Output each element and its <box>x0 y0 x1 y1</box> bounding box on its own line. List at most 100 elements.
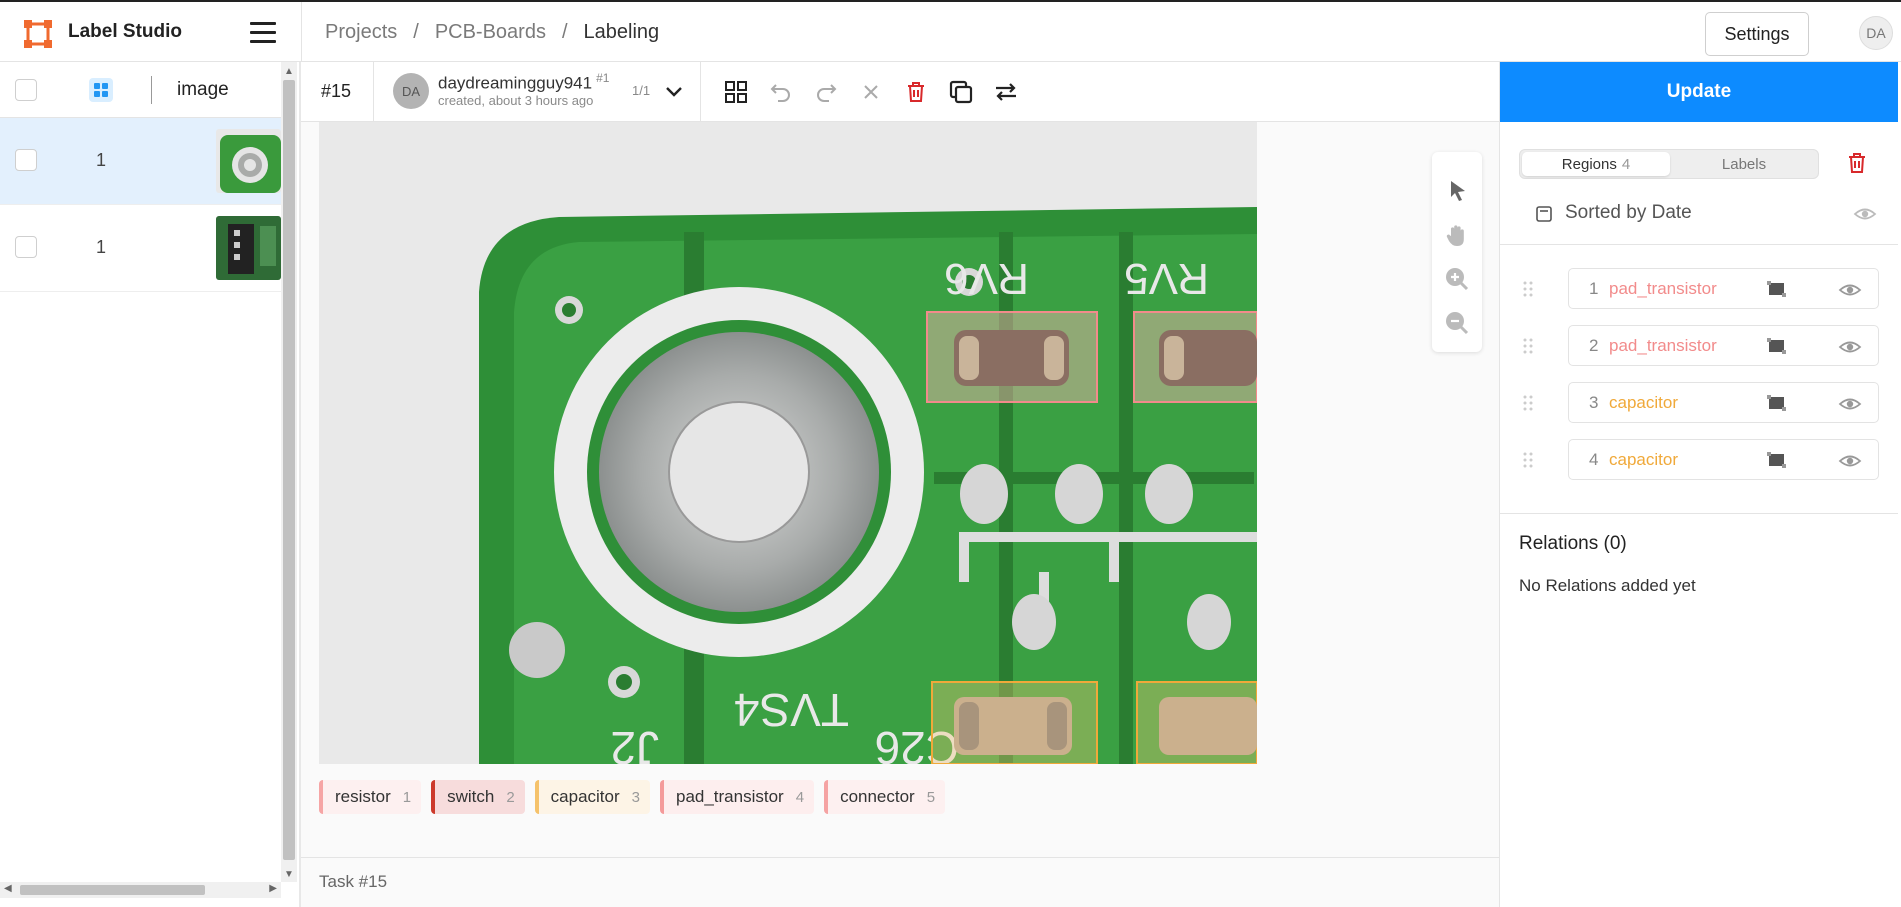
trash-icon[interactable] <box>902 78 930 106</box>
annotation-count: 1/1 <box>632 83 651 98</box>
close-icon[interactable] <box>857 78 885 106</box>
drag-handle-icon[interactable] <box>1522 451 1534 469</box>
grid-view-icon[interactable] <box>722 78 750 106</box>
scroll-left-arrow[interactable]: ◀ <box>4 883 12 894</box>
app-title: Label Studio <box>68 21 182 42</box>
pointer-icon[interactable] <box>1444 178 1470 204</box>
labeling-toolbar: #15 DA daydreamingguy941 #1 created, abou… <box>301 62 1500 122</box>
label-chip-hotkey: 5 <box>926 788 936 806</box>
column-header-image[interactable]: image <box>177 79 229 101</box>
svg-text:TVS4: TVS4 <box>734 684 849 736</box>
label-chip-name: connector <box>840 787 915 806</box>
tab-regions[interactable]: Regions 4 <box>1522 152 1670 176</box>
region-item[interactable]: 2 pad_transistor <box>1568 325 1879 366</box>
relations-title: Relations (0) <box>1519 533 1627 554</box>
image-thumbnail[interactable] <box>216 129 281 193</box>
label-chip-name: resistor <box>335 787 391 806</box>
update-button[interactable]: Update <box>1500 62 1898 122</box>
scrollbar-thumb[interactable] <box>20 885 205 895</box>
region-index: 1 <box>1589 279 1599 298</box>
tab-labels-label: Labels <box>1721 155 1767 173</box>
breadcrumb-project[interactable]: PCB-Boards <box>435 21 546 44</box>
svg-text:RV5: RV5 <box>1124 254 1209 303</box>
label-chip-connector[interactable]: connector 5 <box>824 780 946 814</box>
label-chip-name: switch <box>447 787 495 806</box>
breadcrumb-separator: / <box>561 21 568 43</box>
row-checkbox[interactable] <box>15 149 37 171</box>
redo-icon[interactable] <box>812 78 840 106</box>
tab-regions-count: 4 <box>1621 155 1631 173</box>
rectangle-icon <box>1767 395 1786 411</box>
annotation-badge: #1 <box>596 71 610 85</box>
user-avatar[interactable]: DA <box>1859 16 1893 50</box>
annotator-username: daydreamingguy941 <box>438 73 593 93</box>
zoom-out-icon[interactable] <box>1444 310 1470 336</box>
row-value: 1 <box>96 237 107 257</box>
annotator-avatar: DA <box>393 73 429 109</box>
region-label: pad_transistor <box>1609 336 1717 355</box>
table-header: image <box>0 62 281 118</box>
grid-icon[interactable] <box>89 78 113 102</box>
duplicate-icon[interactable] <box>947 78 975 106</box>
image-thumbnail[interactable] <box>216 216 281 280</box>
sidebar-tabs: Regions 4 Labels <box>1519 149 1819 179</box>
table-row[interactable]: 1 <box>0 205 281 292</box>
label-chip-switch[interactable]: switch 2 <box>431 780 525 814</box>
label-chip-pad-transistor[interactable]: pad_transistor 4 <box>659 780 815 814</box>
drag-handle-icon[interactable] <box>1522 280 1534 298</box>
table-row[interactable]: 1 <box>0 118 281 205</box>
scrollbar-thumb[interactable] <box>283 80 295 860</box>
undo-icon[interactable] <box>767 78 795 106</box>
region-item[interactable]: 4 capacitor <box>1568 439 1879 480</box>
breadcrumb: Projects / PCB-Boards / Labeling <box>325 21 659 44</box>
eye-icon[interactable] <box>1838 392 1862 416</box>
drag-handle-icon[interactable] <box>1522 394 1534 412</box>
svg-text:J2: J2 <box>610 722 659 764</box>
image-canvas[interactable]: RV6 RV5 TVS4 J2 C26 <box>319 122 1257 764</box>
relations-empty: No Relations added yet <box>1519 576 1696 595</box>
eye-icon[interactable] <box>1838 449 1862 473</box>
label-chip-capacitor[interactable]: capacitor 3 <box>534 780 650 814</box>
sort-icon[interactable] <box>1535 205 1553 223</box>
region-label: pad_transistor <box>1609 279 1717 298</box>
task-footer: Task #15 <box>301 857 1500 907</box>
scroll-right-arrow[interactable]: ▶ <box>269 883 277 894</box>
sidebar-divider <box>1500 513 1898 514</box>
chevron-down-icon[interactable] <box>663 80 685 102</box>
select-all-checkbox[interactable] <box>15 79 37 101</box>
row-checkbox[interactable] <box>15 236 37 258</box>
label-chip-hotkey: 1 <box>402 788 412 806</box>
rectangle-icon <box>1767 281 1786 297</box>
svg-text:RV6: RV6 <box>944 254 1029 303</box>
swap-icon[interactable] <box>992 78 1020 106</box>
breadcrumb-separator: / <box>413 21 419 43</box>
eye-icon[interactable] <box>1853 202 1877 226</box>
eye-icon[interactable] <box>1838 335 1862 359</box>
annotator-name[interactable]: daydreamingguy941 #1 <box>438 71 609 94</box>
label-chip-hotkey: 3 <box>631 788 640 806</box>
zoom-in-icon[interactable] <box>1444 266 1470 292</box>
drag-handle-icon[interactable] <box>1522 337 1534 355</box>
scroll-up-arrow[interactable]: ▲ <box>284 66 294 77</box>
trash-icon[interactable] <box>1845 151 1869 175</box>
hamburger-icon[interactable] <box>250 22 276 44</box>
settings-button[interactable]: Settings <box>1705 12 1809 56</box>
vertical-scrollbar[interactable]: ▲ ▼ <box>281 62 297 882</box>
eye-icon[interactable] <box>1838 278 1862 302</box>
horizontal-scrollbar[interactable]: ◀ ▶ <box>0 882 281 898</box>
region-item[interactable]: 1 pad_transistor <box>1568 268 1879 309</box>
label-chip-resistor[interactable]: resistor 1 <box>319 780 422 814</box>
label-studio-logo[interactable] <box>24 20 52 48</box>
tab-labels[interactable]: Labels <box>1670 152 1818 176</box>
top-header: Label Studio Projects / PCB-Boards / Lab… <box>0 0 1901 64</box>
hand-icon[interactable] <box>1444 222 1470 248</box>
sort-dropdown[interactable]: Sorted by Date <box>1565 202 1692 224</box>
region-item[interactable]: 3 capacitor <box>1568 382 1879 423</box>
label-chip-name: capacitor <box>550 787 620 806</box>
breadcrumb-projects[interactable]: Projects <box>325 21 397 44</box>
data-table: image 1 1 <box>0 62 281 907</box>
header-divider <box>301 2 302 64</box>
tab-regions-label: Regions <box>1561 155 1617 173</box>
label-chip-name: pad_transistor <box>675 787 784 806</box>
scroll-down-arrow[interactable]: ▼ <box>284 869 294 880</box>
